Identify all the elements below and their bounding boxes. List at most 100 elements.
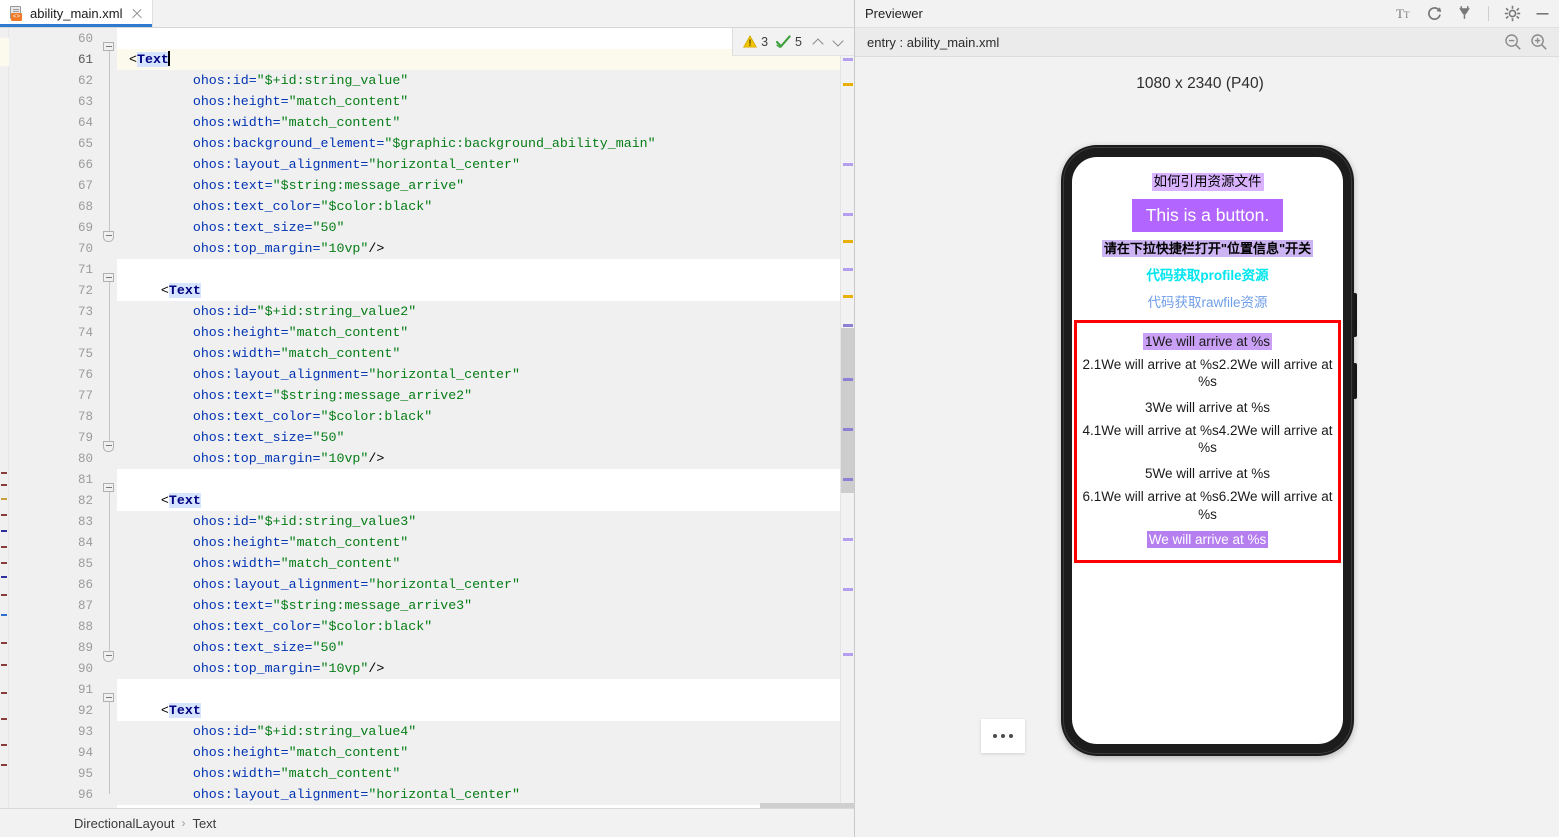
code-line[interactable]: ohos:text="$string:message_arrive" [117,175,840,196]
plug-icon[interactable] [1456,5,1473,22]
code-token: ohos:text_size= [129,220,313,235]
fold-guide-line [108,282,110,441]
svg-text:T: T [1396,6,1404,21]
zoom-out-icon[interactable] [1503,32,1523,52]
code-line[interactable]: ohos:width="match_content" [117,763,840,784]
stripe-marker[interactable] [843,324,853,327]
power-button[interactable] [1354,363,1357,399]
code-line[interactable]: ohos:height="match_content" [117,91,840,112]
volume-button[interactable] [1354,293,1357,337]
code-line[interactable]: <Text [117,700,840,721]
warning-triangle-icon[interactable] [743,35,758,48]
code-folding-column[interactable] [101,28,117,808]
code-line[interactable]: ohos:layout_alignment="horizontal_center… [117,154,840,175]
editor-tab-ability-main-xml[interactable]: <> ability_main.xml [0,0,154,27]
stripe-marker[interactable] [843,83,853,86]
code-line[interactable]: ohos:width="match_content" [117,112,840,133]
code-line[interactable]: ohos:text="$string:message_arrive2" [117,385,840,406]
code-line[interactable]: ohos:height="match_content" [117,742,840,763]
code-line[interactable]: ohos:top_margin="10vp"/> [117,448,840,469]
editor-horizontal-scrollbar[interactable] [0,803,855,808]
code-line[interactable]: ohos:layout_alignment="horizontal_center… [117,364,840,385]
font-size-icon[interactable]: T T [1396,5,1413,22]
fold-end-icon[interactable] [103,441,115,453]
preview-text-r1: 1We will arrive at %s [1142,332,1273,351]
code-line[interactable]: ohos:id="$+id:string_value" [117,70,840,91]
code-line[interactable]: ohos:height="match_content" [117,532,840,553]
code-token: "50" [312,430,345,445]
code-line[interactable]: ohos:width="match_content" [117,553,840,574]
code-token: "match_content" [288,745,409,760]
code-minimap[interactable] [0,28,9,808]
close-icon[interactable] [130,7,144,21]
code-text[interactable]: <Text ohos:id="$+id:string_value" ohos:h… [117,28,840,808]
line-number: 60 [77,31,93,46]
code-line[interactable]: ohos:text_color="$color:black" [117,196,840,217]
stripe-marker[interactable] [843,653,853,656]
minimize-icon[interactable] [1534,5,1551,22]
code-token: "match_content" [280,766,401,781]
stripe-marker[interactable] [843,588,853,591]
code-line[interactable]: ohos:text="$string:message_arrive3" [117,595,840,616]
stripe-marker[interactable] [843,163,853,166]
preview-text-button[interactable]: This is a button. [1131,199,1284,233]
stripe-marker[interactable] [843,428,853,431]
zoom-in-icon[interactable] [1529,32,1549,52]
code-line[interactable]: ohos:id="$+id:string_value4" [117,721,840,742]
previewer-pane: Previewer T T entry: ability_main.xml 1… [855,0,1559,837]
code-token: ohos:layout_alignment= [129,367,369,382]
code-line[interactable]: ohos:text_size="50" [117,427,840,448]
code-line[interactable]: ohos:id="$+id:string_value3" [117,511,840,532]
device-screen[interactable]: 如何引用资源文件 This is a button. 请在下拉快捷栏打开"位置信息"… [1072,157,1343,744]
code-line[interactable]: ohos:background_element="$graphic:backgr… [117,133,840,154]
code-line[interactable]: ohos:layout_alignment="horizontal_center… [117,574,840,595]
stripe-marker[interactable] [843,240,853,243]
minimap-mark [1,546,7,548]
scrollbar-thumb[interactable] [841,328,854,493]
code-line[interactable]: ohos:width="match_content" [117,343,840,364]
fold-end-icon[interactable] [103,231,115,243]
line-number: 91 [77,682,93,697]
chevron-up-icon[interactable] [810,34,826,50]
stripe-marker[interactable] [843,58,853,61]
error-stripe-scrollbar[interactable] [840,28,854,808]
code-line[interactable] [117,679,840,700]
code-line[interactable]: ohos:text_color="$color:black" [117,616,840,637]
line-number: 63 [77,94,93,109]
code-line[interactable]: ohos:text_size="50" [117,637,840,658]
breadcrumb-item-layout[interactable]: DirectionalLayout [74,816,174,831]
stripe-marker[interactable] [843,295,853,298]
stripe-marker[interactable] [843,538,853,541]
code-token: "$+id:string_value3" [256,514,417,529]
stripe-marker[interactable] [843,378,853,381]
chevron-down-icon[interactable] [830,34,846,50]
gear-icon[interactable] [1504,5,1521,22]
code-line[interactable]: ohos:top_margin="10vp"/> [117,238,840,259]
code-line[interactable]: ohos:text_color="$color:black" [117,406,840,427]
code-line[interactable]: <Text [117,490,840,511]
line-number: 75 [77,346,93,361]
code-line[interactable]: <Text [117,280,840,301]
code-line[interactable]: ohos:top_margin="10vp"/> [117,658,840,679]
code-line[interactable]: ohos:height="match_content" [117,322,840,343]
code-line[interactable] [117,469,840,490]
more-options-button[interactable] [981,719,1025,753]
stripe-marker[interactable] [843,478,853,481]
breadcrumb-item-text[interactable]: Text [192,816,216,831]
code-line[interactable] [117,259,840,280]
stripe-marker[interactable] [843,213,853,216]
code-token: "10vp" [320,451,369,466]
refresh-icon[interactable] [1426,5,1443,22]
code-line[interactable]: ohos:id="$+id:string_value2" [117,301,840,322]
code-line[interactable]: ohos:text_size="50" [117,217,840,238]
code-line[interactable]: ohos:layout_alignment="horizontal_center… [117,784,840,805]
previewer-entry-label: entry : ability_main.xml [867,34,1000,50]
line-number: 65 [77,136,93,151]
line-number: 80 [77,451,93,466]
minimap-mark [1,514,7,516]
stripe-marker[interactable] [843,268,853,271]
fold-end-icon[interactable] [103,651,115,663]
green-check-icon[interactable] [776,35,791,48]
code-token: ohos:background_element= [129,136,385,151]
minimap-mark [1,576,7,578]
